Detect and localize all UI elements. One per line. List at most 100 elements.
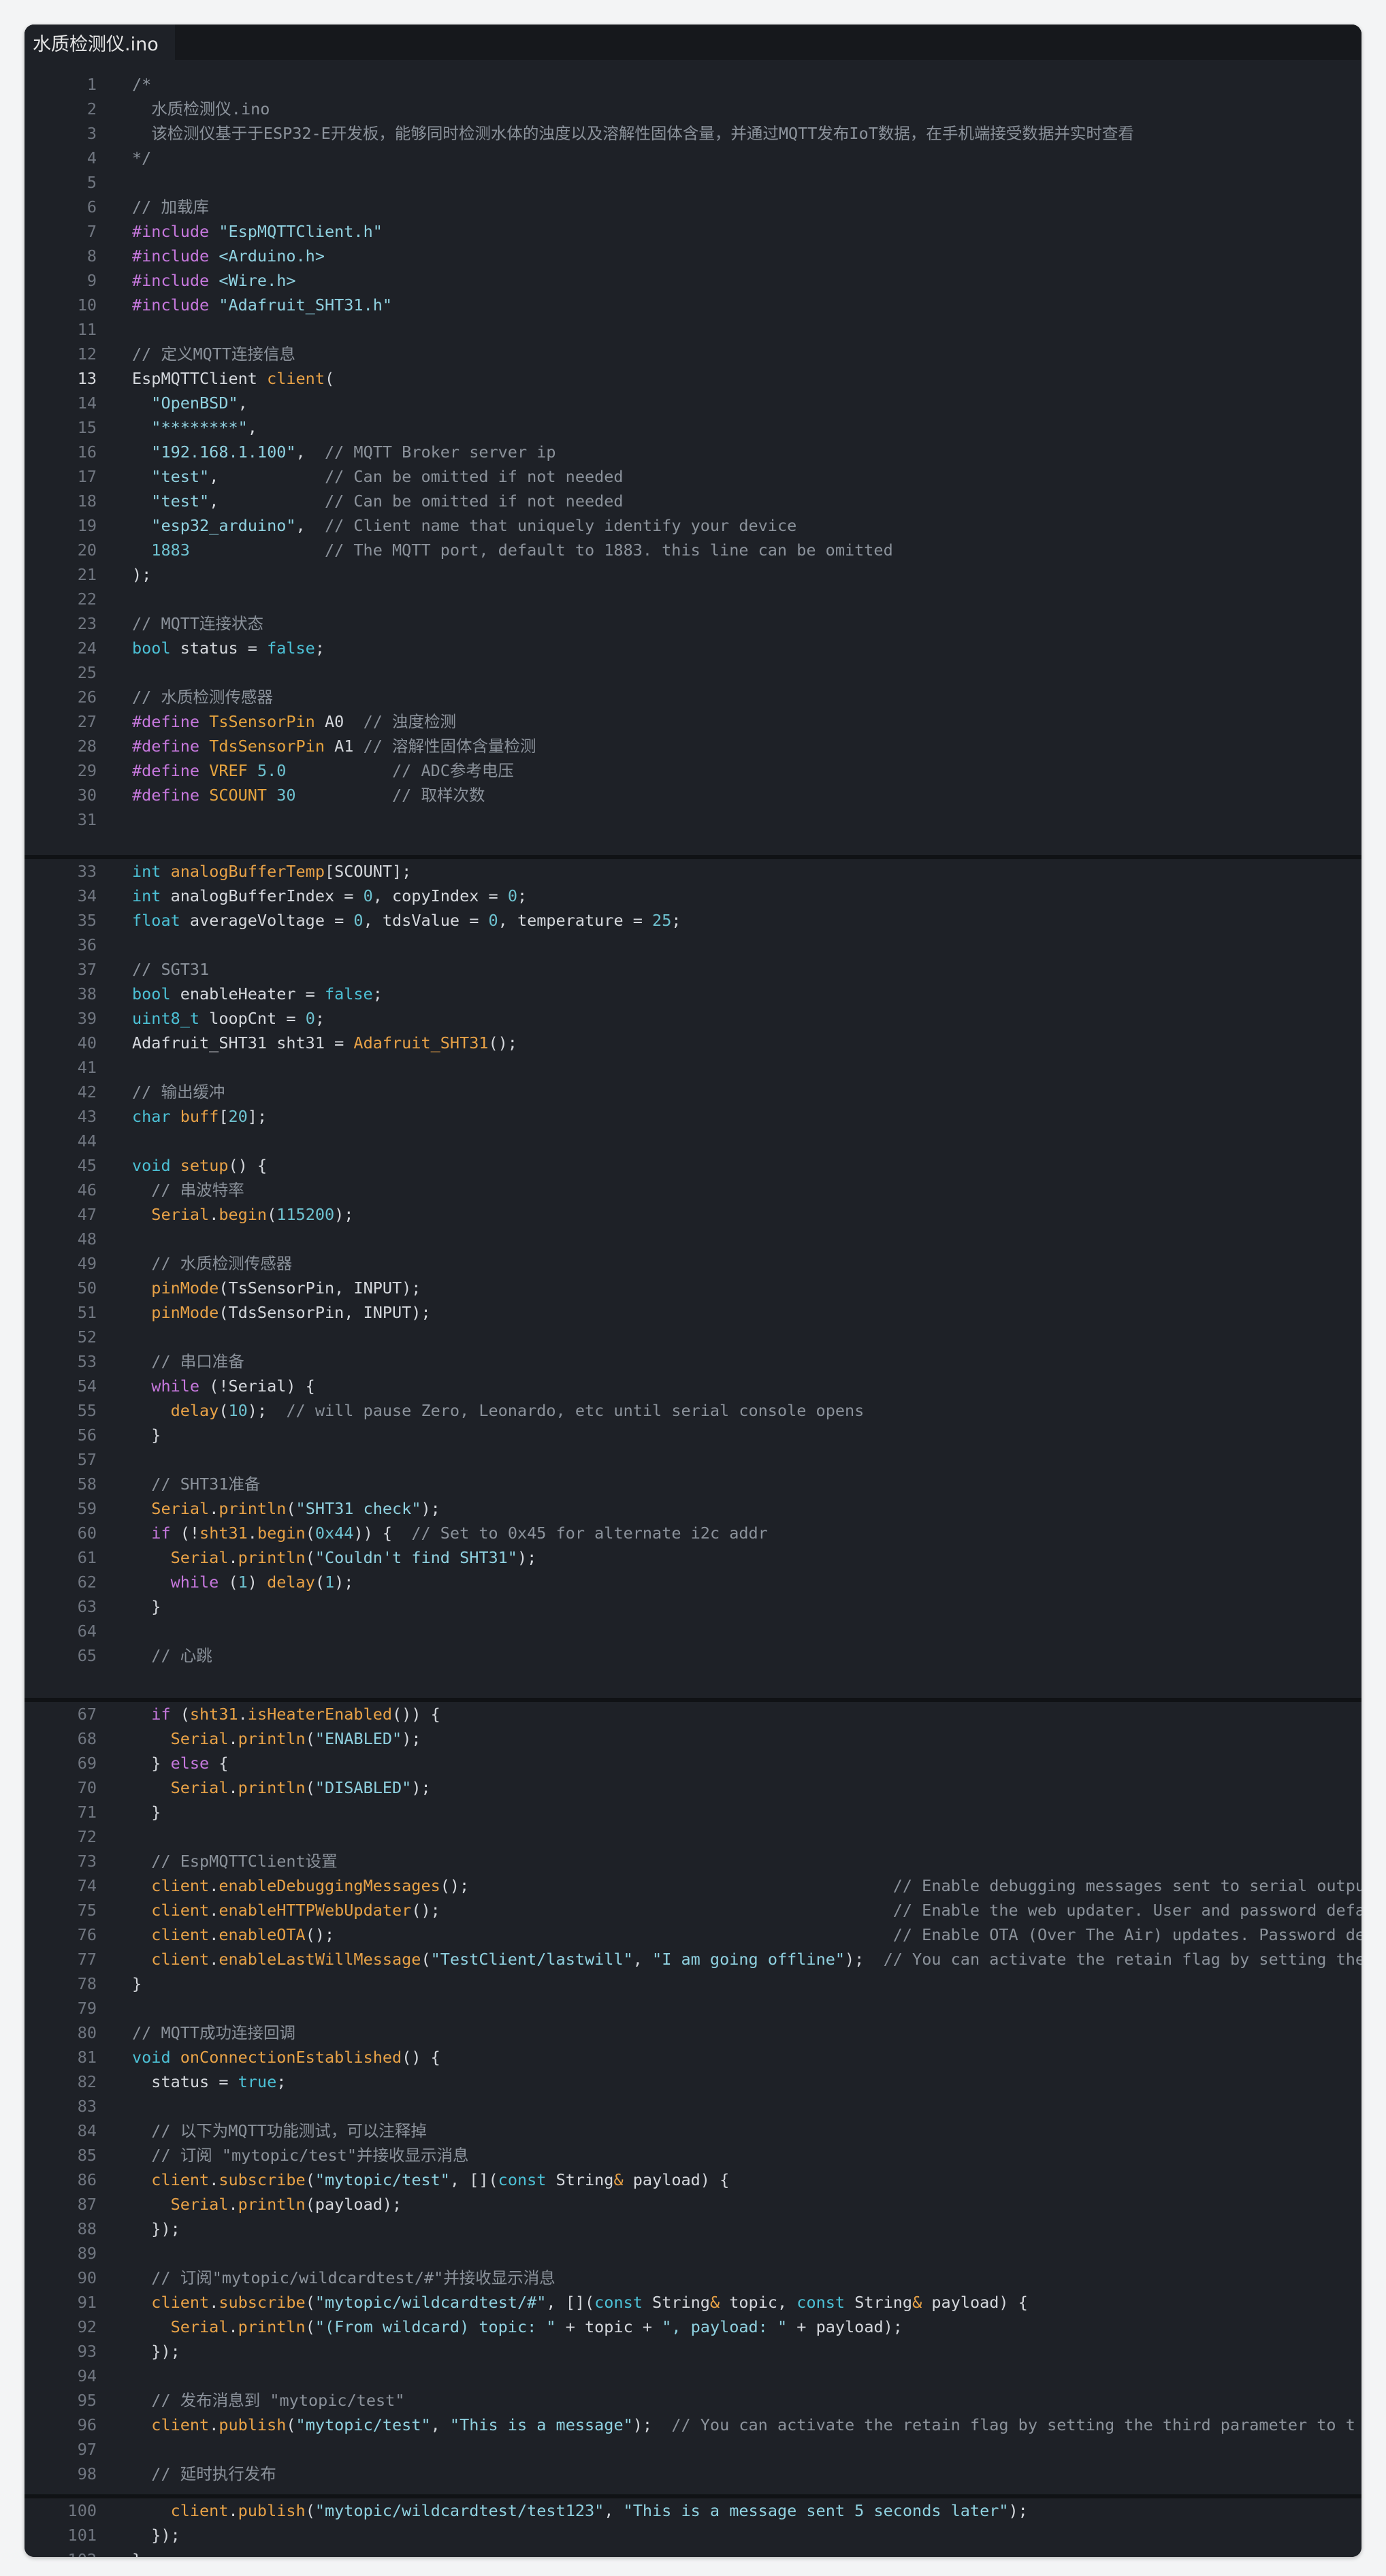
code-line[interactable]: 33 int analogBufferTemp[SCOUNT];	[25, 859, 1361, 884]
code-line[interactable]: 30 #define SCOUNT 30 // 取样次数	[25, 783, 1361, 807]
code-line[interactable]: 71 }	[25, 1800, 1361, 1824]
code-line[interactable]: 11	[25, 317, 1361, 342]
code-line[interactable]: 55 delay(10); // will pause Zero, Leonar…	[25, 1398, 1361, 1423]
code-line[interactable]: 58 // SHT31准备	[25, 1472, 1361, 1496]
code-line[interactable]: 40 Adafruit_SHT31 sht31 = Adafruit_SHT31(…	[25, 1031, 1361, 1055]
code-line[interactable]: 46 // 串波特率	[25, 1178, 1361, 1202]
code-line[interactable]: 60 if (!sht31.begin(0x44)) { // Set to 0…	[25, 1521, 1361, 1545]
code-line[interactable]: 96 client.publish("mytopic/test", "This …	[25, 2413, 1361, 2437]
code-line[interactable]: 85 // 订阅 "mytopic/test"并接收显示消息	[25, 2143, 1361, 2168]
code-line[interactable]: 28 #define TdsSensorPin A1 // 溶解性固体含量检测	[25, 734, 1361, 758]
code-line[interactable]: 9 #include <Wire.h>	[25, 268, 1361, 293]
code-line[interactable]: 8 #include <Arduino.h>	[25, 244, 1361, 268]
code-line[interactable]: 35 float averageVoltage = 0, tdsValue = 0…	[25, 908, 1361, 933]
tab-file[interactable]: 水质检测仪.ino	[25, 25, 175, 60]
code-line[interactable]: 23 // MQTT连接状态	[25, 611, 1361, 636]
code-line[interactable]: 91 client.subscribe("mytopic/wildcardtes…	[25, 2290, 1361, 2315]
code-line[interactable]: 87 Serial.println(payload);	[25, 2192, 1361, 2217]
code-line[interactable]: 7 #include "EspMQTTClient.h"	[25, 219, 1361, 244]
code-line[interactable]: 24 bool status = false;	[25, 636, 1361, 660]
code-line[interactable]: 84 // 以下为MQTT功能测试，可以注释掉	[25, 2119, 1361, 2143]
code-line[interactable]: 102}	[25, 2547, 1361, 2557]
code-line[interactable]: 83	[25, 2094, 1361, 2119]
code-line[interactable]: 86 client.subscribe("mytopic/test", [](c…	[25, 2168, 1361, 2192]
code-line[interactable]: 17 "test", // Can be omitted if not need…	[25, 464, 1361, 489]
code-line[interactable]: 1 /*	[25, 72, 1361, 97]
code-line[interactable]: 15 "********",	[25, 415, 1361, 440]
code-line[interactable]: 42 // 输出缓冲	[25, 1080, 1361, 1104]
code-line[interactable]: 25	[25, 660, 1361, 685]
code-line[interactable]: 93 });	[25, 2339, 1361, 2364]
code-line[interactable]: 94	[25, 2364, 1361, 2388]
code-line[interactable]: 5	[25, 170, 1361, 195]
code-line[interactable]: 57	[25, 1447, 1361, 1472]
code-line[interactable]: 82 status = true;	[25, 2070, 1361, 2094]
code-line[interactable]: 70 Serial.println("DISABLED");	[25, 1775, 1361, 1800]
code-line[interactable]: 64	[25, 1619, 1361, 1643]
code-line[interactable]: 63 }	[25, 1594, 1361, 1619]
code-line[interactable]: 39 uint8_t loopCnt = 0;	[25, 1006, 1361, 1031]
code-line[interactable]: 76 client.enableOTA(); // Enable OTA (Ov…	[25, 1922, 1361, 1947]
code-line[interactable]: 89	[25, 2241, 1361, 2266]
code-line[interactable]: 75 client.enableHTTPWebUpdater(); // Ena…	[25, 1898, 1361, 1922]
code-line[interactable]: 22	[25, 587, 1361, 611]
code-line[interactable]: 14 "OpenBSD",	[25, 391, 1361, 415]
code-line[interactable]: 101 });	[25, 2523, 1361, 2547]
code-line[interactable]: 77 client.enableLastWillMessage("TestCli…	[25, 1947, 1361, 1971]
code-line[interactable]: 18 "test", // Can be omitted if not need…	[25, 489, 1361, 513]
code-line[interactable]: 13 EspMQTTClient client(	[25, 366, 1361, 391]
code-line[interactable]: 6 // 加载库	[25, 195, 1361, 219]
code-line[interactable]: 78}	[25, 1971, 1361, 1996]
code-line[interactable]: 49 // 水质检测传感器	[25, 1251, 1361, 1276]
code-editor[interactable]: 1/* 2 水质检测仪.ino 3 该检测仪基于于ESP32-E开发板，能够同时检测…	[25, 60, 1361, 2557]
code-line[interactable]: 59 Serial.println("SHT31 check");	[25, 1496, 1361, 1521]
code-line[interactable]: 50 pinMode(TsSensorPin, INPUT);	[25, 1276, 1361, 1300]
code-line[interactable]: 27 #define TsSensorPin A0 // 浊度检测	[25, 709, 1361, 734]
code-line[interactable]: 10 #include "Adafruit_SHT31.h"	[25, 293, 1361, 317]
code-line[interactable]: 19 "esp32_arduino", // Client name that …	[25, 513, 1361, 538]
code-line[interactable]: 73 // EspMQTTClient设置	[25, 1849, 1361, 1873]
code-line[interactable]: 54 while (!Serial) {	[25, 1374, 1361, 1398]
code-line[interactable]: 29 #define VREF 5.0 // ADC参考电压	[25, 758, 1361, 783]
code-line[interactable]: 21);	[25, 562, 1361, 587]
code-line[interactable]: 53 // 串口准备	[25, 1349, 1361, 1374]
code-line[interactable]: 43 char buff[20];	[25, 1104, 1361, 1129]
code-line[interactable]: 68 Serial.println("ENABLED");	[25, 1726, 1361, 1751]
code-line[interactable]: 4 */	[25, 146, 1361, 170]
code-line[interactable]: 81 void onConnectionEstablished() {	[25, 2045, 1361, 2070]
code-line[interactable]: 41	[25, 1055, 1361, 1080]
code-line[interactable]: 72	[25, 1824, 1361, 1849]
code-line[interactable]: 56 }	[25, 1423, 1361, 1447]
code-line[interactable]: 12 // 定义MQTT连接信息	[25, 342, 1361, 366]
code-line[interactable]: 97	[25, 2437, 1361, 2462]
code-line[interactable]: 100 client.publish("mytopic/wildcardtest…	[25, 2498, 1361, 2523]
code-line[interactable]: 51 pinMode(TdsSensorPin, INPUT);	[25, 1300, 1361, 1325]
code-line[interactable]: 80 // MQTT成功连接回调	[25, 2020, 1361, 2045]
code-line[interactable]: 20 1883 // The MQTT port, default to 188…	[25, 538, 1361, 562]
code-line[interactable]: 31	[25, 807, 1361, 832]
code-line[interactable]: 67 if (sht31.isHeaterEnabled()) {	[25, 1702, 1361, 1726]
code-line[interactable]: 48	[25, 1227, 1361, 1251]
code-line[interactable]: 52	[25, 1325, 1361, 1349]
code-line[interactable]: 16 "192.168.1.100", // MQTT Broker serve…	[25, 440, 1361, 464]
code-line[interactable]: 2 水质检测仪.ino	[25, 97, 1361, 121]
code-line[interactable]: 88 });	[25, 2217, 1361, 2241]
code-line[interactable]: 92 Serial.println("(From wildcard) topic…	[25, 2315, 1361, 2339]
code-line[interactable]: 26 // 水质检测传感器	[25, 685, 1361, 709]
code-line[interactable]: 37 // SGT31	[25, 957, 1361, 982]
code-line[interactable]: 45 void setup() {	[25, 1153, 1361, 1178]
code-line[interactable]: 74 client.enableDebuggingMessages(); // …	[25, 1873, 1361, 1898]
code-line[interactable]: 69 } else {	[25, 1751, 1361, 1775]
code-line[interactable]: 98 // 延时执行发布	[25, 2462, 1361, 2486]
code-line[interactable]: 47 Serial.begin(115200);	[25, 1202, 1361, 1227]
code-line[interactable]: 44	[25, 1129, 1361, 1153]
code-line[interactable]: 95 // 发布消息到 "mytopic/test"	[25, 2388, 1361, 2413]
code-line[interactable]: 38 bool enableHeater = false;	[25, 982, 1361, 1006]
code-line[interactable]: 36	[25, 933, 1361, 957]
code-line[interactable]: 61 Serial.println("Couldn't find SHT31")…	[25, 1545, 1361, 1570]
code-line[interactable]: 90 // 订阅"mytopic/wildcardtest/#"并接收显示消息	[25, 2266, 1361, 2290]
code-line[interactable]: 3 该检测仪基于于ESP32-E开发板，能够同时检测水体的浊度以及溶解性固体含量…	[25, 121, 1361, 146]
code-line[interactable]: 62 while (1) delay(1);	[25, 1570, 1361, 1594]
code-line[interactable]: 34 int analogBufferIndex = 0, copyIndex =…	[25, 884, 1361, 908]
code-line[interactable]: 65 // 心跳	[25, 1643, 1361, 1668]
